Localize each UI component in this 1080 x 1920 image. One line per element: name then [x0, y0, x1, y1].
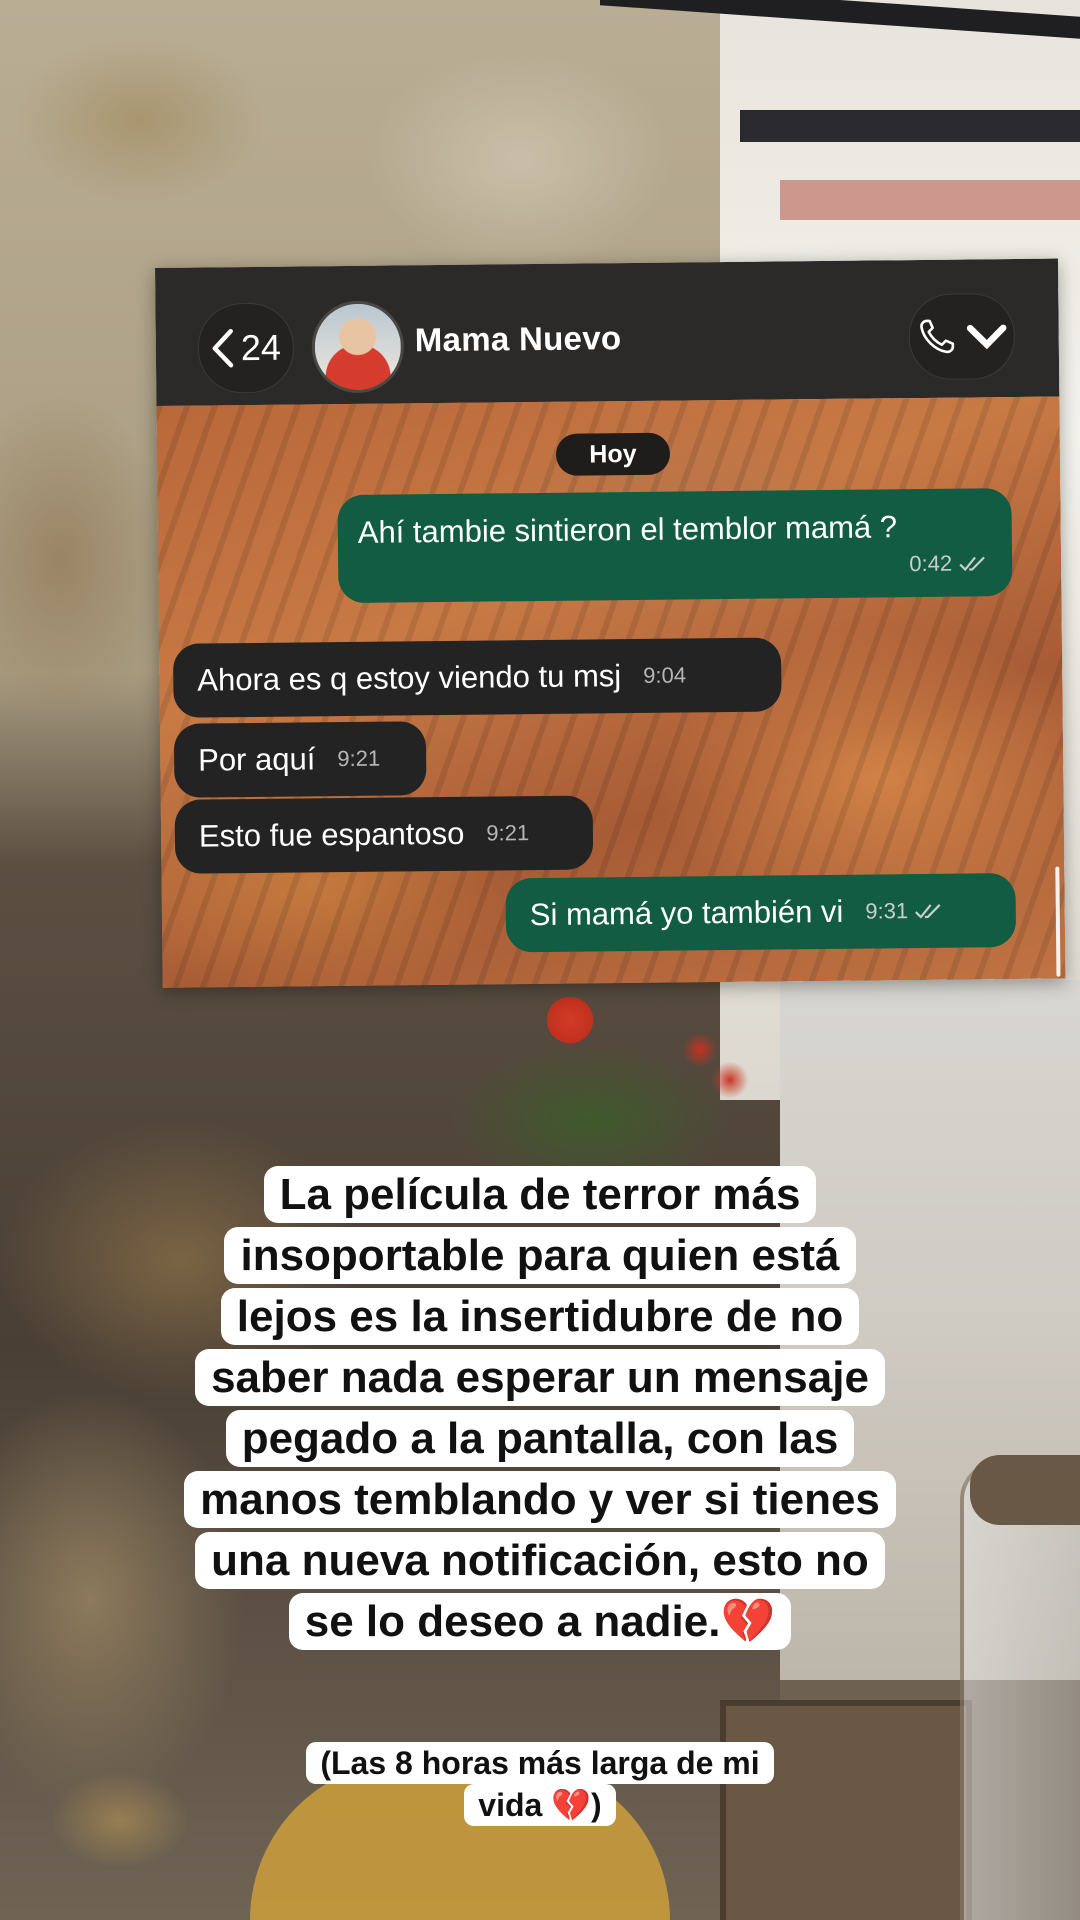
date-separator: Hoy — [555, 432, 671, 476]
caption-sub: (Las 8 horas más larga de mi vida 💔) — [0, 1742, 1080, 1826]
message-time: 9:21 — [337, 745, 381, 772]
message-text: Ahora es q estoy viendo tu msj — [197, 658, 622, 698]
window-rail — [780, 180, 1080, 220]
chat-header: 24 Mama Nuevo — [155, 258, 1060, 406]
message-time: 9:31 — [865, 898, 909, 924]
message-time: 0:42 — [909, 550, 953, 577]
message-time: 9:04 — [643, 662, 687, 688]
chevron-down-icon — [966, 324, 1007, 350]
phone-icon — [920, 319, 955, 354]
message-text: Si mamá yo también vi — [529, 893, 844, 933]
back-button[interactable]: 24 — [197, 302, 295, 394]
caption-subtext: (Las 8 horas más larga de mi vida 💔) — [306, 1742, 774, 1826]
message-incoming[interactable]: Por aquí 9:21 — [173, 721, 427, 798]
double-check-icon — [959, 556, 985, 572]
contact-name[interactable]: Mama Nuevo — [415, 319, 622, 359]
call-button[interactable] — [908, 293, 1016, 381]
message-text: Ahí tambie sintieron el temblor mamá ? — [357, 509, 898, 550]
double-check-icon — [915, 904, 941, 919]
scrollbar[interactable] — [1055, 866, 1061, 977]
message-outgoing[interactable]: Ahí tambie sintieron el temblor mamá ? 0… — [337, 488, 1013, 604]
chevron-left-icon — [212, 328, 234, 368]
message-incoming[interactable]: Ahora es q estoy viendo tu msj 9:04 — [172, 637, 782, 718]
message-text: Esto fue espantoso — [198, 815, 465, 854]
caption-text: La película de terror más insoportable p… — [184, 1166, 896, 1650]
message-time: 9:21 — [486, 820, 530, 846]
unread-count: 24 — [240, 326, 282, 369]
chat-body: Hoy Ahí tambie sintieron el temblor mamá… — [156, 396, 1066, 988]
message-incoming[interactable]: Esto fue espantoso 9:21 — [174, 795, 594, 874]
caption-main: La película de terror más insoportable p… — [0, 1164, 1080, 1652]
avatar[interactable] — [311, 300, 405, 394]
message-outgoing[interactable]: Si mamá yo también vi 9:31 — [505, 873, 1017, 953]
chat-screenshot: 24 Mama Nuevo Hoy Ahí tambie sintieron e… — [155, 258, 1066, 988]
window-beam — [740, 110, 1080, 142]
message-text: Por aquí — [197, 741, 316, 778]
